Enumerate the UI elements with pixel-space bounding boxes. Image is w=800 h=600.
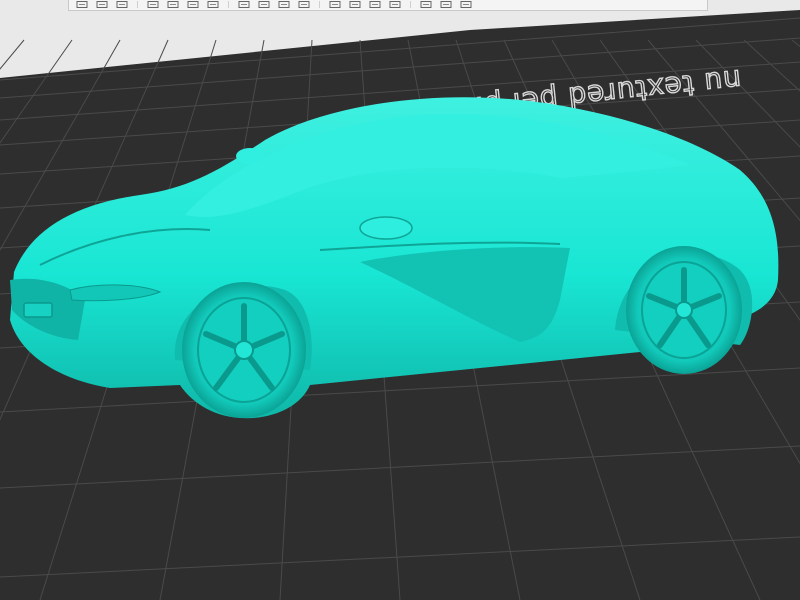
scale-button[interactable] xyxy=(277,1,291,8)
lay-on-face-icon xyxy=(298,1,310,8)
cut-icon xyxy=(329,1,341,8)
split-objects-button[interactable] xyxy=(166,1,180,8)
seam-paint-icon xyxy=(369,1,381,8)
measure-icon xyxy=(420,1,432,8)
assemble-icon xyxy=(440,1,452,8)
add-model-button[interactable] xyxy=(75,1,89,8)
toolbar-separator xyxy=(319,1,320,8)
auto-orient-button[interactable] xyxy=(115,1,129,8)
text-icon xyxy=(460,1,472,8)
split-objects-icon xyxy=(167,1,179,8)
split-parts-icon xyxy=(187,1,199,8)
cut-button[interactable] xyxy=(328,1,342,8)
add-plate-icon xyxy=(96,1,108,8)
top-toolbar xyxy=(68,0,708,11)
assemble-button[interactable] xyxy=(439,1,453,8)
move-button[interactable] xyxy=(237,1,251,8)
support-paint-icon xyxy=(349,1,361,8)
split-parts-button[interactable] xyxy=(186,1,200,8)
support-paint-button[interactable] xyxy=(348,1,362,8)
arrange-icon xyxy=(147,1,159,8)
auto-orient-icon xyxy=(116,1,128,8)
color-paint-icon xyxy=(389,1,401,8)
arrange-button[interactable] xyxy=(146,1,160,8)
color-paint-button[interactable] xyxy=(388,1,402,8)
slicer-app: nu textured pei pla xyxy=(0,0,800,600)
add-model-icon xyxy=(76,1,88,8)
front-mirror xyxy=(236,148,264,164)
layer-editing-icon xyxy=(207,1,219,8)
measure-button[interactable] xyxy=(419,1,433,8)
rotate-button[interactable] xyxy=(257,1,271,8)
toolbar-separator xyxy=(137,1,138,8)
toolbar-separator xyxy=(228,1,229,8)
rotate-icon xyxy=(258,1,270,8)
scale-icon xyxy=(278,1,290,8)
front-wheel xyxy=(182,282,306,418)
seam-paint-button[interactable] xyxy=(368,1,382,8)
move-icon xyxy=(238,1,250,8)
text-button[interactable] xyxy=(459,1,473,8)
add-plate-button[interactable] xyxy=(95,1,109,8)
layer-editing-button[interactable] xyxy=(206,1,220,8)
lay-on-face-button[interactable] xyxy=(297,1,311,8)
side-mirror xyxy=(359,216,413,240)
toolbar-separator xyxy=(410,1,411,8)
rear-wheel xyxy=(626,246,742,374)
license-plate xyxy=(23,302,53,318)
